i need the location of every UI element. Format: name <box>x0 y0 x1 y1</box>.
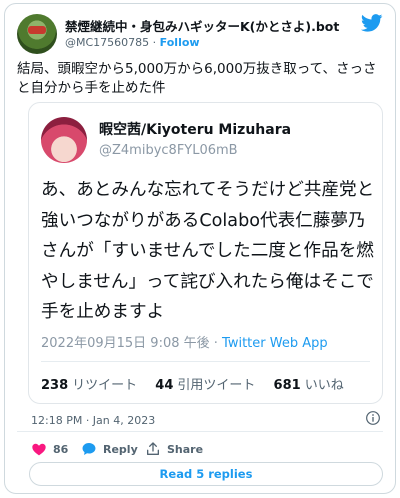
quoted-author-handle: @Z4mibyc8FYL06mB <box>99 143 238 158</box>
quoted-tweet-source: Twitter Web App <box>222 336 328 351</box>
quoted-like-label: いいね <box>304 378 344 393</box>
quote-count: 44 <box>155 378 174 393</box>
author-display-name[interactable]: 禁煙継続中・身包みハギッターK(かとさよ).bot <box>65 16 339 35</box>
info-icon[interactable] <box>365 410 381 426</box>
tweet-card: 禁煙継続中・身包みハギッターK(かとさよ).bot @MC17560785 · … <box>4 3 396 494</box>
actions-divider <box>17 431 383 432</box>
reply-button[interactable]: Reply <box>81 441 138 457</box>
heart-icon <box>32 443 46 456</box>
like-count: 86 <box>53 442 69 456</box>
share-button[interactable]: Share <box>145 441 203 457</box>
retweet-stat: 238 リツイート <box>41 378 137 393</box>
like-stat: 681 いいね <box>274 378 344 393</box>
quoted-divider <box>41 361 370 362</box>
tweet-header: 禁煙継続中・身包みハギッターK(かとさよ).bot @MC17560785 · … <box>17 14 383 54</box>
tweet-text: 結局、頭暇空から5,000万から6,000万抜き取って、さっさと自分から手を止め… <box>17 61 377 96</box>
like-button[interactable]: 86 <box>31 441 68 457</box>
author-handle-line: @MC17560785 · Follow <box>65 36 200 49</box>
share-arrow-icon <box>147 442 159 455</box>
twitter-bird-icon[interactable] <box>361 14 383 32</box>
quoted-like-count: 681 <box>273 378 301 393</box>
retweet-count: 238 <box>41 378 69 393</box>
reply-label: Reply <box>103 442 138 456</box>
quoted-tweet-text: あ、あとみんな忘れてそうだけど共産党と強いつながりがあるColabo代表仁藤夢乃… <box>41 180 375 322</box>
quoted-tweet-date-line: 2022年09月15日 9:08 午後 · Twitter Web App <box>41 332 328 351</box>
quote-label: 引用ツイート <box>177 378 256 393</box>
share-label: Share <box>167 442 204 456</box>
quoted-date-separator: · <box>209 336 223 351</box>
quoted-tweet-stats: 238 リツイート 44 引用ツイート 681 いいね <box>41 374 358 393</box>
quoted-tweet-date: 2022年09月15日 9:08 午後 <box>41 336 210 351</box>
author-handle[interactable]: @MC17560785 <box>65 36 149 49</box>
author-avatar[interactable] <box>17 14 57 54</box>
read-replies-button[interactable]: Read 5 replies <box>29 462 383 486</box>
follow-link[interactable]: Follow <box>160 36 200 49</box>
handle-separator: · <box>149 36 160 49</box>
quoted-author-name: 暇空茜/Kiyoteru Mizuhara <box>99 122 292 138</box>
tweet-timestamp[interactable]: 12:18 PM · Jan 4, 2023 <box>31 414 155 427</box>
quoted-author-avatar <box>41 117 87 163</box>
retweet-label: リツイート <box>72 378 138 393</box>
speech-bubble-icon <box>82 443 96 455</box>
quoted-tweet-image[interactable]: 暇空茜/Kiyoteru Mizuhara @Z4mibyc8FYL06mB あ… <box>28 102 383 404</box>
quote-stat: 44 引用ツイート <box>155 378 255 393</box>
